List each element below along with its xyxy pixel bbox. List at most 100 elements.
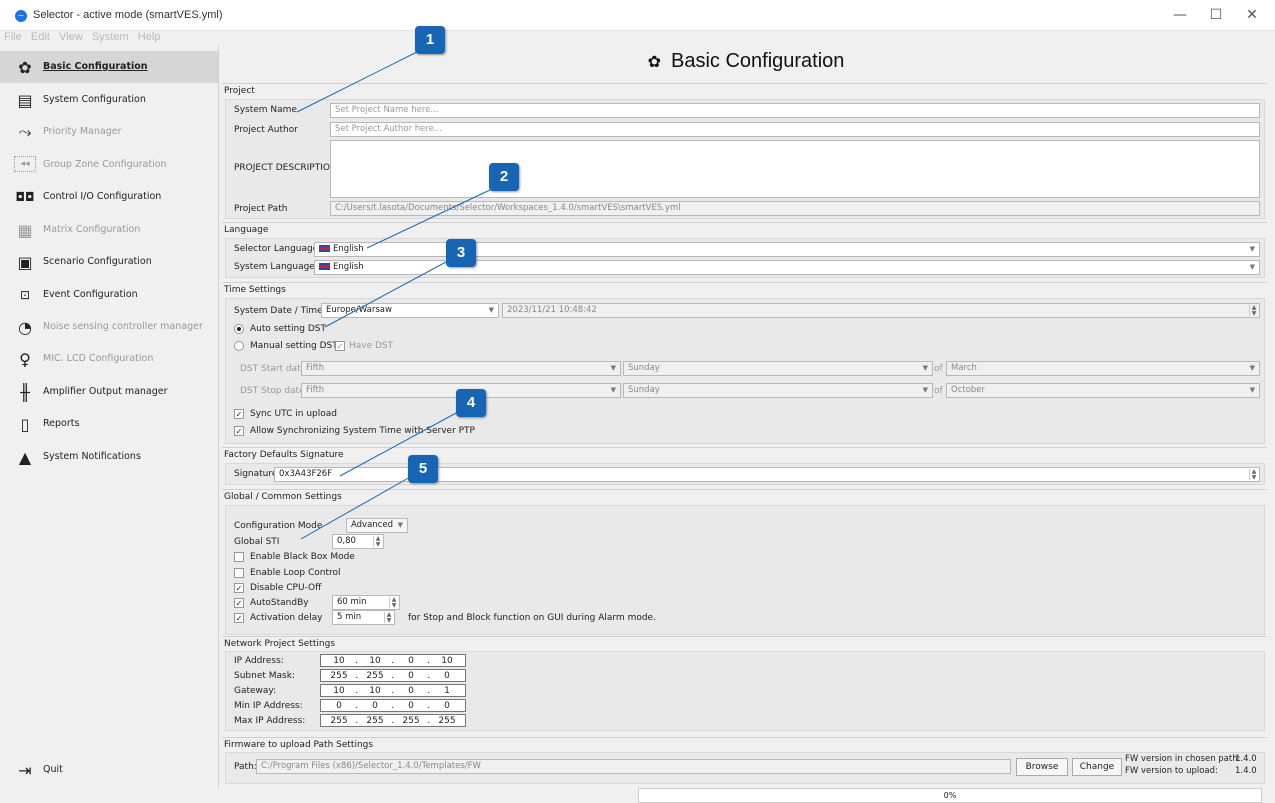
- max-ip-field[interactable]: 255. 255. 255. 255: [320, 714, 466, 727]
- spinner-icon[interactable]: ▲ ▼: [373, 536, 382, 547]
- auto-standby-checkbox[interactable]: ✓: [234, 598, 244, 608]
- close-icon[interactable]: ✕: [1237, 5, 1267, 25]
- black-box-checkbox[interactable]: [234, 552, 244, 562]
- ip-octet: 0: [408, 671, 414, 681]
- system-name-input[interactable]: Set Project Name here...: [330, 103, 1260, 118]
- menu-help[interactable]: Help: [138, 31, 161, 43]
- project-section: System Name Set Project Name here... Pro…: [225, 99, 1265, 219]
- app-logo-icon: ~: [15, 10, 27, 22]
- sidebar-item-reports[interactable]: ▯ Reports: [0, 408, 218, 440]
- spinner-icon[interactable]: ▲ ▼: [389, 597, 398, 608]
- sync-utc-checkbox[interactable]: ✓: [234, 409, 244, 419]
- section-header-global-settings: Global / Common Settings: [222, 489, 1267, 503]
- dst-start-day-select[interactable]: Sunday ▼: [623, 361, 933, 376]
- have-dst-checkbox[interactable]: ✓: [335, 341, 345, 351]
- sidebar-item-scenario-configuration[interactable]: ▣ Scenario Configuration: [0, 246, 218, 278]
- sidebar-item-group-zone-configuration[interactable]: ◂◂ Group Zone Configuration: [0, 149, 218, 181]
- title-bar: ~ Selector - active mode (smartVES.yml) …: [0, 0, 1275, 31]
- min-ip-field[interactable]: 0. 0. 0. 0: [320, 699, 466, 712]
- sidebar-item-mic-lcd-configuration[interactable]: ♀ MIC. LCD Configuration: [0, 343, 218, 375]
- callout-badge-5: 5: [408, 455, 438, 483]
- activation-delay-spinbox[interactable]: 5 min ▲ ▼: [332, 610, 395, 625]
- loop-control-checkbox[interactable]: [234, 568, 244, 578]
- spinner-icon[interactable]: ▲ ▼: [384, 612, 393, 623]
- sidebar-item-control-io-configuration[interactable]: ◘◘ Control I/O Configuration: [0, 181, 218, 213]
- callout-badge-2: 2: [489, 163, 519, 191]
- project-description-textarea[interactable]: [330, 140, 1260, 198]
- project-path-label: Project Path: [234, 204, 288, 214]
- menu-edit[interactable]: Edit: [31, 31, 50, 43]
- chevron-down-icon: ▼: [397, 521, 403, 529]
- browse-button[interactable]: Browse: [1016, 758, 1068, 776]
- section-header-firmware: Firmware to upload Path Settings: [222, 737, 1267, 751]
- configuration-mode-value: Advanced: [351, 520, 393, 530]
- dst-start-month-select[interactable]: March ▼: [946, 361, 1260, 376]
- spinner-icon[interactable]: ▲ ▼: [1249, 305, 1258, 316]
- dst-stop-week-value: Fifth: [306, 385, 325, 395]
- dst-stop-day-select[interactable]: Sunday ▼: [623, 383, 933, 398]
- ip-octet: 255: [366, 716, 384, 726]
- sidebar-item-basic-configuration[interactable]: ✿ Basic Configuration: [0, 51, 218, 83]
- sidebar-item-event-configuration[interactable]: ⊡ Event Configuration: [0, 279, 218, 311]
- of-label: of: [934, 364, 943, 374]
- gateway-label: Gateway:: [234, 686, 277, 696]
- global-settings-section: Configuration Mode Advanced ▼ Global STI …: [225, 505, 1265, 635]
- minimize-icon[interactable]: —: [1165, 5, 1195, 25]
- quit-button[interactable]: ⇥ Quit: [0, 754, 218, 786]
- subnet-mask-field[interactable]: 255. 255. 0. 0: [320, 669, 466, 682]
- uk-flag-icon: [319, 245, 330, 252]
- sidebar-item-label: Scenario Configuration: [43, 256, 152, 267]
- dst-stop-day-value: Sunday: [628, 385, 660, 395]
- menu-view[interactable]: View: [59, 31, 83, 43]
- ip-octet: 0: [372, 701, 378, 711]
- activation-delay-label: Activation delay: [250, 613, 323, 623]
- project-author-input[interactable]: Set Project Author here...: [330, 122, 1260, 137]
- ip-address-field[interactable]: 10. 10. 0. 10: [320, 654, 466, 667]
- manual-dst-label: Manual setting DST: [250, 341, 338, 351]
- dst-stop-month-value: October: [951, 385, 986, 395]
- manual-dst-radio[interactable]: [234, 341, 244, 351]
- project-author-label: Project Author: [234, 125, 298, 135]
- sidebar-item-priority-manager[interactable]: ⤳ Priority Manager: [0, 116, 218, 148]
- sidebar-item-system-notifications[interactable]: ▲ System Notifications: [0, 441, 218, 473]
- spinner-icon[interactable]: ▲ ▼: [1249, 469, 1258, 480]
- page-title-text: Basic Configuration: [670, 50, 845, 72]
- gear-icon: ✿: [647, 54, 661, 71]
- ip-octet: 10: [441, 656, 453, 666]
- timezone-value: Europe/Warsaw: [326, 305, 392, 315]
- ip-octet: 255: [366, 671, 384, 681]
- sidebar-item-amplifier-output-manager[interactable]: ╫ Amplifier Output manager: [0, 376, 218, 408]
- global-sti-label: Global STI: [234, 537, 280, 547]
- sidebar-item-noise-sensing-controller-manager[interactable]: ◔ Noise sensing controller manager: [0, 311, 218, 343]
- global-sti-spinbox[interactable]: 0,80 ▲ ▼: [332, 534, 384, 549]
- change-button[interactable]: Change: [1072, 758, 1122, 776]
- activation-delay-checkbox[interactable]: ✓: [234, 613, 244, 623]
- dst-start-month-value: March: [951, 363, 977, 373]
- maximize-icon[interactable]: ☐: [1201, 5, 1231, 25]
- sidebar-item-label: Basic Configuration: [43, 61, 148, 72]
- disable-cpu-off-checkbox[interactable]: ✓: [234, 583, 244, 593]
- priority-arrow-icon: ⤳: [18, 122, 32, 141]
- timezone-select[interactable]: Europe/Warsaw ▼: [321, 303, 499, 318]
- sidebar-item-label: System Configuration: [43, 94, 146, 105]
- sidebar-item-system-configuration[interactable]: ▤ System Configuration: [0, 84, 218, 116]
- amplifier-icon: ╫: [20, 382, 30, 402]
- auto-standby-spinbox[interactable]: 60 min ▲ ▼: [332, 595, 400, 610]
- allow-ptp-checkbox[interactable]: ✓: [234, 426, 244, 436]
- sidebar-item-matrix-configuration[interactable]: ▦ Matrix Configuration: [0, 214, 218, 246]
- configuration-mode-select[interactable]: Advanced ▼: [346, 518, 408, 533]
- microphone-icon: ♀: [19, 349, 31, 369]
- ip-octet: 0: [444, 701, 450, 711]
- dst-stop-month-select[interactable]: October ▼: [946, 383, 1260, 398]
- menu-system[interactable]: System: [92, 31, 129, 43]
- menu-bar: File Edit View System Help: [0, 31, 1275, 46]
- auto-dst-radio[interactable]: [234, 324, 244, 334]
- network-section: IP Address: 10. 10. 0. 10 Subnet Mask: 2…: [225, 651, 1265, 731]
- auto-standby-label: AutoStandBy: [250, 598, 309, 608]
- dst-start-week-select[interactable]: Fifth ▼: [301, 361, 621, 376]
- allow-ptp-label: Allow Synchronizing System Time with Ser…: [250, 426, 475, 436]
- gateway-field[interactable]: 10. 10. 0. 1: [320, 684, 466, 697]
- section-header-time-settings: Time Settings: [222, 282, 1267, 296]
- menu-file[interactable]: File: [4, 31, 22, 43]
- chevron-down-icon: ▼: [922, 386, 928, 394]
